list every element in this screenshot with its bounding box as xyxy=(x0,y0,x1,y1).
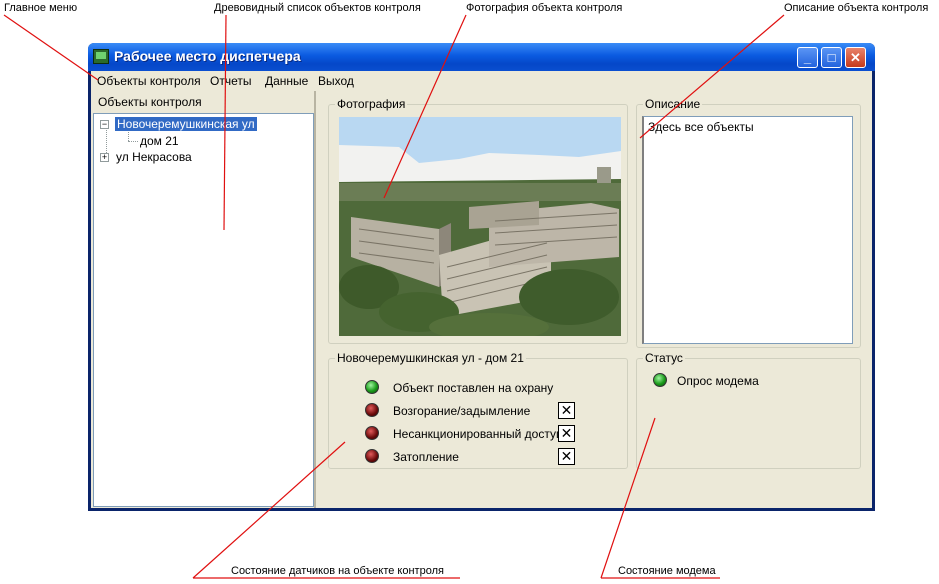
callout-tree: Древовидный список объектов контроля xyxy=(214,2,421,14)
minimize-button[interactable]: _ xyxy=(797,47,818,68)
status-led-icon xyxy=(365,449,379,463)
sensor-row-intrusion: Несанкционированный доступ ✕ xyxy=(365,425,615,443)
window-title: Рабочее место диспетчера xyxy=(114,48,301,64)
sensor-label: Возгорание/задымление xyxy=(393,404,531,418)
object-photo xyxy=(339,117,621,336)
callout-modem: Состояние модема xyxy=(618,565,716,577)
sensors-group-label: Новочеремушкинская ул - дом 21 xyxy=(335,351,526,365)
status-led-icon xyxy=(365,380,379,394)
tree-node-label[interactable]: дом 21 xyxy=(140,134,179,148)
callout-photo: Фотография объекта контроля xyxy=(466,2,623,14)
tree-guide-line xyxy=(128,141,138,142)
reset-alarm-button[interactable]: ✕ xyxy=(558,402,575,419)
leader-main-menu xyxy=(3,14,99,81)
status-group: Статус Опрос модема xyxy=(636,351,861,469)
modem-status-row: Опрос модема xyxy=(653,372,853,390)
description-group: Описание Здесь все объекты xyxy=(636,97,861,348)
objects-tree[interactable]: − Новочеремушкинская ул дом 21 + ул Некр… xyxy=(93,113,314,507)
status-led-icon xyxy=(365,426,379,440)
menu-item-exit[interactable]: Выход xyxy=(318,74,354,88)
tree-node-label[interactable]: ул Некрасова xyxy=(116,150,192,164)
callout-main-menu: Главное меню xyxy=(4,2,78,14)
close-button[interactable]: ✕ xyxy=(845,47,866,68)
sensor-label: Затопление xyxy=(393,450,459,464)
menu-item-data[interactable]: Данные xyxy=(265,74,308,88)
apartment-buildings-photo xyxy=(339,117,621,336)
photo-group: Фотография xyxy=(328,97,628,344)
sensor-row-fire: Возгорание/задымление ✕ xyxy=(365,402,615,420)
sensor-row-armed: Объект поставлен на охрану xyxy=(365,379,615,397)
modem-status-label: Опрос модема xyxy=(677,374,759,388)
tree-node-label[interactable]: Новочеремушкинская ул xyxy=(115,117,257,131)
main-menu: Объекты контроля Отчеты Данные Выход xyxy=(91,71,872,91)
photo-group-label: Фотография xyxy=(335,97,408,111)
dispatcher-window: Рабочее место диспетчера _ □ ✕ Объекты к… xyxy=(88,43,875,511)
status-led-icon xyxy=(365,403,379,417)
tree-expander-collapse-icon[interactable]: − xyxy=(100,120,109,129)
sensors-group: Новочеремушкинская ул - дом 21 Объект по… xyxy=(328,351,628,469)
title-bar[interactable]: Рабочее место диспетчера _ □ ✕ xyxy=(88,43,875,71)
callout-sensors: Состояние датчиков на объекте контроля xyxy=(231,565,444,577)
sensor-label: Несанкционированный доступ xyxy=(393,427,563,441)
reset-alarm-button[interactable]: ✕ xyxy=(558,448,575,465)
menu-item-reports[interactable]: Отчеты xyxy=(210,74,251,88)
description-textarea[interactable]: Здесь все объекты xyxy=(642,116,853,344)
objects-panel: Объекты контроля − Новочеремушкинская ул… xyxy=(91,91,316,508)
objects-panel-header: Объекты контроля xyxy=(98,95,202,109)
description-group-label: Описание xyxy=(643,97,703,111)
sensor-label: Объект поставлен на охрану xyxy=(393,381,554,395)
menu-item-objects[interactable]: Объекты контроля xyxy=(97,74,201,88)
tree-expander-expand-icon[interactable]: + xyxy=(100,153,109,162)
callout-description: Описание объекта контроля xyxy=(784,2,929,14)
reset-alarm-button[interactable]: ✕ xyxy=(558,425,575,442)
maximize-button[interactable]: □ xyxy=(821,47,842,68)
tree-node[interactable]: дом 21 xyxy=(140,134,179,150)
window-client-area: Объекты контроля Отчеты Данные Выход Объ… xyxy=(91,71,872,508)
description-text: Здесь все объекты xyxy=(648,120,754,134)
monitor-icon xyxy=(93,49,109,64)
modem-led-icon xyxy=(653,373,667,387)
status-group-label: Статус xyxy=(643,351,685,365)
sensor-row-flood: Затопление ✕ xyxy=(365,448,615,466)
